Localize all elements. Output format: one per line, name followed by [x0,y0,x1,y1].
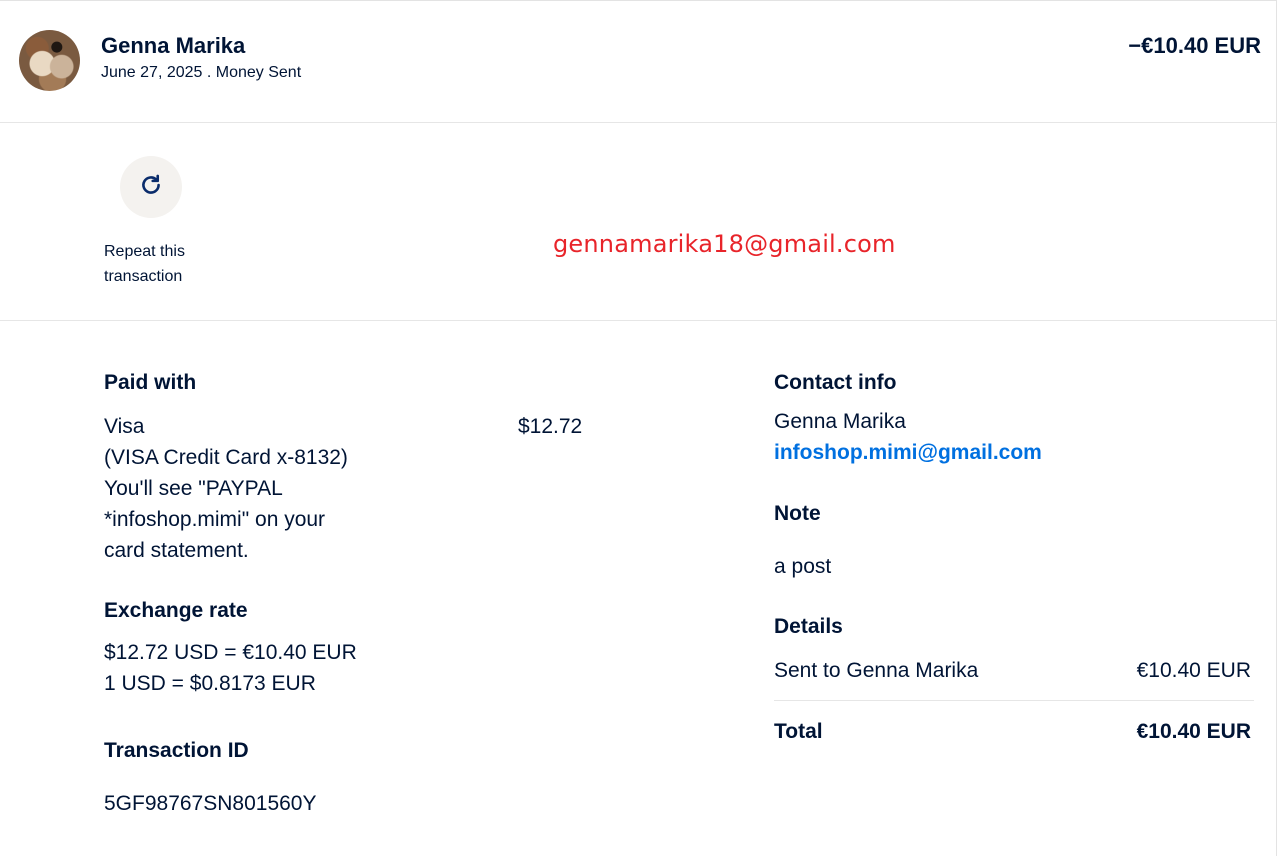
payment-card: (VISA Credit Card x-8132) [104,446,348,469]
contact-name: Genna Marika [774,410,906,433]
overlay-email-text: gennamarika18@gmail.com [553,230,896,258]
recipient-name: Genna Marika [101,33,246,58]
payment-method-block: Visa (VISA Credit Card x-8132) You'll se… [104,411,434,566]
exchange-rate-line-2: 1 USD = $0.8173 EUR [104,672,316,695]
repeat-transaction-button[interactable] [120,156,182,218]
details-sent-amount: €10.40 EUR [1136,659,1251,682]
exchange-rate-heading: Exchange rate [104,599,248,622]
contact-info-block: Genna Marika infoshop.mimi@gmail.com [774,406,1042,468]
statement-line-2: *infoshop.mimi" on your [104,508,326,531]
transaction-id-heading: Transaction ID [104,739,249,762]
total-label: Total [774,720,823,743]
repeat-label-line2: transaction [104,268,183,285]
details-sent-label: Sent to Genna Marika [774,659,979,682]
contact-email-link[interactable]: infoshop.mimi@gmail.com [774,437,1042,468]
transaction-subline: June 27, 2025 . Money Sent [101,64,301,82]
refresh-icon [138,172,164,203]
transaction-header: Genna Marika June 27, 2025 . Money Sent … [0,1,1277,123]
statement-line-3: card statement. [104,539,249,562]
exchange-rate-block: $12.72 USD = €10.40 EUR 1 USD = $0.8173 … [104,637,357,699]
transaction-type: Money Sent [215,64,302,81]
subline-separator: . [202,64,216,81]
note-heading: Note [774,502,821,525]
transaction-id: 5GF98767SN801560Y [104,792,317,815]
repeat-transaction-label[interactable]: Repeat this transaction [104,239,224,289]
details-heading: Details [774,615,843,638]
transaction-details-card: Genna Marika June 27, 2025 . Money Sent … [0,0,1277,856]
payment-method: Visa [104,415,145,438]
statement-line-1: You'll see "PAYPAL [104,477,283,500]
transaction-date: June 27, 2025 [101,64,203,81]
transaction-amount: −€10.40 EUR [1128,33,1261,58]
avatar [19,30,80,91]
total-amount: €10.40 EUR [1136,720,1251,743]
repeat-label-line1: Repeat this [104,243,185,260]
exchange-rate-line-1: $12.72 USD = €10.40 EUR [104,641,357,664]
contact-info-heading: Contact info [774,371,897,394]
paid-with-heading: Paid with [104,371,197,394]
payment-amount: $12.72 [518,415,583,438]
details-divider [774,700,1254,701]
repeat-section: Repeat this transaction gennamarika18@gm… [0,123,1277,321]
note-text: a post [774,555,832,578]
